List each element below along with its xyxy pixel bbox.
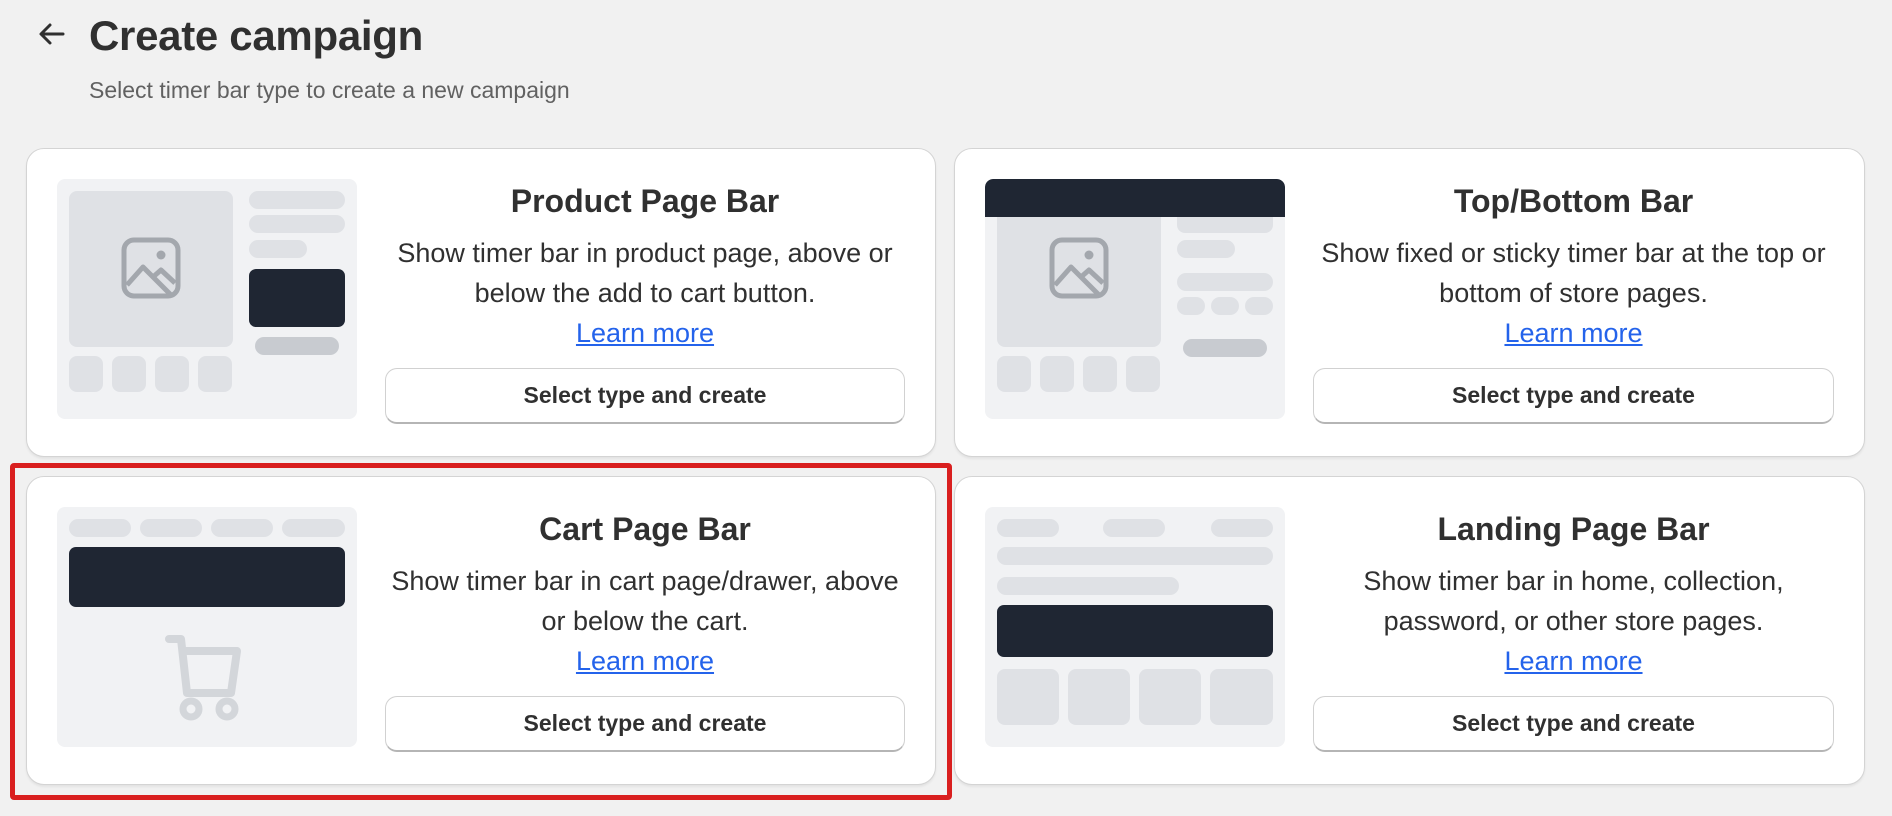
landing-page-illustration xyxy=(985,507,1285,747)
card-description: Show timer bar in product page, above or… xyxy=(397,238,893,308)
select-type-button[interactable]: Select type and create xyxy=(385,368,905,424)
cart-icon xyxy=(165,635,241,721)
learn-more-link[interactable]: Learn more xyxy=(1504,313,1642,353)
card-title: Product Page Bar xyxy=(510,183,780,219)
card-description: Show timer bar in home, collection, pass… xyxy=(1363,566,1784,636)
image-icon xyxy=(121,237,181,299)
cart-page-illustration xyxy=(57,507,357,747)
campaign-card-landing-page: Landing Page Bar Show timer bar in home,… xyxy=(954,476,1865,785)
top-bottom-illustration xyxy=(985,179,1285,419)
learn-more-link[interactable]: Learn more xyxy=(576,313,714,353)
card-description: Show timer bar in cart page/drawer, abov… xyxy=(391,566,899,636)
campaign-card-product-page: Product Page Bar Show timer bar in produ… xyxy=(26,148,936,457)
page-subtitle: Select timer bar type to create a new ca… xyxy=(89,77,570,103)
select-type-button[interactable]: Select type and create xyxy=(1313,696,1834,752)
campaign-card-cart-page: Cart Page Bar Show timer bar in cart pag… xyxy=(26,476,936,785)
learn-more-link[interactable]: Learn more xyxy=(1504,641,1642,681)
image-icon xyxy=(1049,237,1109,299)
card-title: Landing Page Bar xyxy=(1437,511,1710,547)
back-button[interactable] xyxy=(36,18,68,50)
card-description: Show fixed or sticky timer bar at the to… xyxy=(1321,238,1826,308)
card-title: Top/Bottom Bar xyxy=(1453,183,1694,219)
page-title: Create campaign xyxy=(89,12,423,59)
select-type-button[interactable]: Select type and create xyxy=(1313,368,1834,424)
product-page-illustration xyxy=(57,179,357,419)
card-title: Cart Page Bar xyxy=(539,511,751,547)
select-type-button[interactable]: Select type and create xyxy=(385,696,905,752)
page-header: Create campaign Select timer bar type to… xyxy=(36,10,570,104)
arrow-left-icon xyxy=(39,23,65,45)
campaign-card-top-bottom: Top/Bottom Bar Show fixed or sticky time… xyxy=(954,148,1865,457)
learn-more-link[interactable]: Learn more xyxy=(576,641,714,681)
